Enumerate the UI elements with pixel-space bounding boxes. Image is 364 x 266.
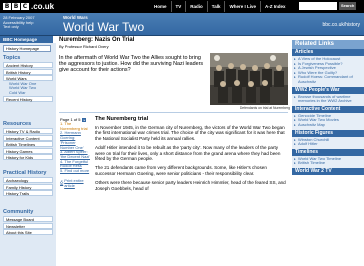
nav-a-z-index[interactable]: A-Z Index bbox=[259, 1, 290, 12]
paragraph: Others were there because senior party l… bbox=[95, 180, 286, 191]
nav-message-board[interactable]: Message Board bbox=[3, 216, 53, 222]
bbc-top-bar: B B C .co.uk Home TV Radio Talk Where I … bbox=[0, 0, 364, 13]
related-links-column: Related Links Articles A View of the Hol… bbox=[292, 40, 364, 266]
header-divider bbox=[0, 35, 364, 36]
nav-history-games[interactable]: History Games bbox=[3, 147, 53, 154]
paragraph: Adolf Hitler intended it to be rebuilt a… bbox=[95, 145, 281, 162]
bbc-logo[interactable]: B B C .co.uk bbox=[3, 2, 54, 11]
nav-family-history[interactable]: Family History bbox=[3, 183, 53, 190]
nav-tv[interactable]: TV bbox=[170, 1, 186, 12]
nav-archaeology[interactable]: Archaeology bbox=[3, 177, 53, 183]
page-title: World War Two bbox=[63, 20, 145, 34]
timelines-heading: Timelines bbox=[292, 148, 364, 156]
resources-list: History TV & Radio Interactive Content B… bbox=[3, 128, 53, 161]
ww2-box: Browse thousands of wartime memories in … bbox=[292, 93, 364, 106]
page-link-2[interactable]: 2. Hermann Goering: 'Prisoner Number One… bbox=[60, 131, 90, 150]
related-links-heading: Related Links bbox=[292, 40, 364, 49]
search-button[interactable]: Search bbox=[339, 2, 357, 10]
community-heading: Community bbox=[3, 209, 34, 215]
article-intro: In the aftermath of World War Two the Al… bbox=[59, 55, 204, 74]
print-article-link[interactable]: ⎙ Print entire article bbox=[60, 178, 90, 188]
next-page-icon[interactable]: ▸ bbox=[82, 117, 87, 122]
nav-talk[interactable]: Talk bbox=[206, 1, 225, 12]
timelines-box: World War Two Timeline British Timeline bbox=[292, 155, 364, 168]
nuremberg-trial-photo bbox=[210, 53, 288, 105]
paragraph: The 21 defendants came from very differe… bbox=[95, 165, 267, 176]
bbc-homepage-link[interactable]: BBC Homepage bbox=[0, 36, 53, 43]
nav-british-timelines[interactable]: British Timelines bbox=[3, 141, 53, 148]
nav-where-i-live[interactable]: Where I Live bbox=[224, 1, 260, 12]
ww2-peoples-war-heading: WW2 People's War bbox=[292, 86, 364, 94]
interactive-content-heading: Interactive Content bbox=[292, 105, 364, 113]
nav-newsletter[interactable]: Newsletter bbox=[3, 222, 53, 229]
text-only-link[interactable]: Text only bbox=[3, 25, 35, 30]
nav-home[interactable]: Home bbox=[150, 1, 171, 12]
practical-history-heading: Practical History bbox=[3, 170, 47, 176]
site-url[interactable]: bbc.co.uk/history bbox=[322, 22, 360, 28]
historic-figures-heading: Historic Figures bbox=[292, 129, 364, 137]
resources-heading: Resources bbox=[3, 121, 32, 127]
articles-box: A View of the Holocaust Is Forgiveness P… bbox=[292, 56, 364, 87]
article-divider bbox=[59, 112, 288, 113]
topics-list: Ancient History British History World Wa… bbox=[3, 62, 53, 102]
paragraph: In November 1945, in the German city of … bbox=[95, 125, 285, 141]
related-link[interactable]: British Timeline bbox=[294, 161, 362, 166]
article-title: Nuremberg: Nazis On Trial bbox=[59, 37, 135, 43]
site-header: 28 February 2007 Accessibility help Text… bbox=[0, 13, 364, 35]
logo-letter-b1: B bbox=[3, 3, 11, 10]
photo-caption: Defendants on trial at Nuremberg bbox=[239, 106, 290, 110]
nav-history-for-kids[interactable]: History for Kids bbox=[3, 154, 53, 161]
nav-recent-history[interactable]: Recent History bbox=[3, 95, 53, 102]
related-link[interactable]: Auschwitz Map bbox=[294, 122, 362, 128]
logo-letter-b2: B bbox=[12, 3, 20, 10]
global-nav: Home TV Radio Talk Where I Live A-Z Inde… bbox=[150, 1, 290, 12]
related-link[interactable]: Rudolf Hoess: Commandant of Auschwitz bbox=[294, 75, 362, 84]
article-byline: By Professor Richard Overy bbox=[59, 44, 109, 49]
nav-british-history[interactable]: British History bbox=[3, 68, 53, 75]
logo-letter-c: C bbox=[21, 3, 29, 10]
search-area: Search bbox=[299, 2, 357, 10]
date-block: 28 February 2007 Accessibility help Text… bbox=[3, 15, 35, 30]
page-link-5[interactable]: 5. Find out more bbox=[60, 168, 90, 174]
interactive-box: Genocide Timeline World War Two Movies A… bbox=[292, 112, 364, 130]
articles-heading: Articles bbox=[292, 49, 364, 56]
nav-ancient-history[interactable]: Ancient History bbox=[3, 62, 53, 68]
logo-suffix: .co.uk bbox=[31, 2, 55, 11]
history-select[interactable]: History Homepage bbox=[3, 45, 51, 52]
print-label: Print entire article bbox=[64, 177, 84, 188]
nav-history-tv-radio[interactable]: History TV & Radio bbox=[3, 128, 53, 134]
community-list: Message Board Newsletter About this Site bbox=[3, 216, 53, 236]
printer-icon: ⎙ bbox=[60, 180, 64, 186]
related-link[interactable]: Adolf Hitler bbox=[294, 142, 362, 147]
related-link[interactable]: Browse thousands of wartime memories in … bbox=[294, 94, 362, 104]
topics-heading: Topics bbox=[3, 55, 21, 61]
practical-list: Archaeology Family History History Trail… bbox=[3, 177, 53, 197]
nav-history-trails[interactable]: History Trails bbox=[3, 190, 53, 197]
nav-about-this-site[interactable]: About this Site bbox=[3, 229, 53, 236]
article-header: Nuremberg: Nazis On Trial By Professor R… bbox=[59, 37, 285, 49]
section-heading: The Nuremberg trial bbox=[95, 116, 149, 122]
nav-interactive-content[interactable]: Interactive Content bbox=[3, 134, 53, 141]
search-input[interactable] bbox=[299, 2, 337, 10]
figures-box: Winston Churchill Adolf Hitler bbox=[292, 136, 364, 149]
ww2-tv-heading: World War 2 TV bbox=[292, 167, 364, 175]
page-navigation: Page 1 of 5 ▸ 1. The Nuremberg trial 2. … bbox=[60, 117, 90, 188]
nav-radio[interactable]: Radio bbox=[185, 1, 207, 12]
article-body: The Nuremberg trial In November 1945, in… bbox=[95, 116, 288, 195]
